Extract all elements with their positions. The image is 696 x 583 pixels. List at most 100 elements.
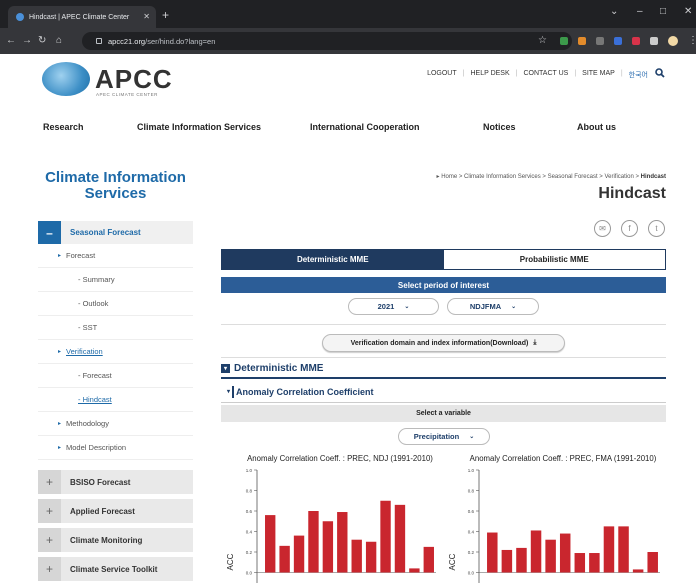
caret-right-icon: ▸ — [58, 349, 62, 355]
favicon-icon — [16, 13, 24, 21]
nav-international-cooperation[interactable]: International Cooperation — [310, 122, 420, 132]
nav-climate-information-services[interactable]: Climate Information Services — [137, 122, 261, 132]
chart-bar — [365, 541, 377, 573]
expand-icon[interactable]: + — [38, 528, 61, 552]
sidebar-section-label: Applied Forecast — [70, 506, 135, 516]
reload-icon[interactable]: ↻ — [38, 35, 46, 46]
logout-link[interactable]: LOGOUT — [427, 70, 457, 80]
back-icon[interactable]: ← — [6, 35, 16, 46]
sidebar-item-verification-forecast[interactable]: - Forecast — [38, 364, 193, 388]
sidebar-item-verification[interactable]: ▸ Verification — [38, 340, 193, 364]
sidebar-item-sst[interactable]: - SST — [38, 316, 193, 340]
tab-deterministic-mme[interactable]: Deterministic MME — [222, 250, 444, 269]
extension-icon[interactable] — [560, 37, 568, 45]
sidebar-item-outlook[interactable]: - Outlook — [38, 292, 193, 316]
nav-research[interactable]: Research — [43, 122, 84, 132]
minimize-icon[interactable]: – — [637, 6, 643, 17]
utility-links: LOGOUT | HELP DESK | CONTACT US | SITE MAP |… — [427, 70, 648, 80]
sidebar-section-applied-forecast[interactable]: + Applied Forecast — [38, 499, 193, 523]
download-button[interactable]: Verification domain and index informatio… — [322, 334, 565, 352]
y-tick-label: 0.2 — [246, 550, 253, 555]
extension-icon[interactable] — [596, 37, 604, 45]
sidebar-section-label: Climate Monitoring — [70, 535, 143, 545]
browser-tab-title: Hindcast | APEC Climate Center — [29, 13, 130, 21]
breadcrumb-path[interactable]: Home > Climate Information Services > Se… — [441, 174, 639, 180]
year-select-value: 2021 — [377, 302, 395, 311]
expand-icon[interactable]: + — [38, 557, 61, 581]
address-bar[interactable]: apcc21.org /ser/hind.do?lang=en — [82, 32, 572, 50]
forward-icon[interactable]: → — [22, 35, 32, 46]
puzzle-icon[interactable] — [650, 37, 658, 45]
browser-tab[interactable]: Hindcast | APEC Climate Center ✕ — [8, 6, 156, 28]
sidebar-item-methodology[interactable]: ▸ Methodology — [38, 412, 193, 436]
sidebar-item-model-description[interactable]: ▸ Model Description — [38, 436, 193, 460]
year-select[interactable]: 2021 ⌄ — [348, 298, 439, 315]
profile-avatar[interactable] — [668, 36, 678, 46]
sidebar-item-hindcast[interactable]: - Hindcast — [38, 388, 193, 412]
variable-header: Select a variable — [221, 405, 666, 422]
menu-icon[interactable]: ⋮ — [688, 35, 696, 46]
sidebar-item-forecast[interactable]: ▸ Forecast — [38, 244, 193, 268]
site-map-link[interactable]: SITE MAP — [582, 70, 615, 80]
chevron-down-icon[interactable]: ⌄ — [610, 6, 618, 17]
sidebar-section-climate-monitoring[interactable]: + Climate Monitoring — [38, 528, 193, 552]
help-desk-link[interactable]: HELP DESK — [470, 70, 509, 80]
sidebar-section-label: Seasonal Forecast — [70, 228, 141, 237]
browser-tabbar: Hindcast | APEC Climate Center ✕ + ⌄ – □… — [0, 0, 696, 28]
divider: | — [462, 70, 465, 77]
chart-bar — [603, 526, 615, 573]
extension-icon[interactable] — [632, 37, 640, 45]
chart-bar — [322, 521, 334, 573]
variable-select[interactable]: Precipitation ⌄ — [398, 428, 490, 445]
collapse-icon[interactable]: – — [38, 221, 61, 244]
expand-icon[interactable]: + — [38, 499, 61, 523]
sidebar-section-bsiso-forecast[interactable]: + BSISO Forecast — [38, 470, 193, 494]
contact-us-link[interactable]: CONTACT US — [523, 70, 568, 80]
sidebar-section-climate-service-toolkit[interactable]: + Climate Service Toolkit — [38, 557, 193, 581]
chart-bar — [293, 535, 305, 573]
divider — [221, 357, 666, 358]
site-logo[interactable]: APCC — [95, 64, 173, 95]
chart-bar — [394, 504, 406, 573]
sidebar-section-label: BSISO Forecast — [70, 477, 131, 487]
collapse-square-icon[interactable]: ▾ — [221, 364, 230, 373]
url-host: apcc21.org — [108, 36, 146, 46]
url-path: /ser/hind.do?lang=en — [145, 36, 216, 46]
breadcrumb-current: Hindcast — [640, 174, 666, 180]
chart-title: Anomaly Correlation Coeff. : PREC, FMA (… — [470, 454, 657, 463]
korean-link[interactable]: 한국어 — [629, 70, 648, 80]
nav-about-us[interactable]: About us — [577, 122, 616, 132]
y-tick-label: 0.0 — [468, 571, 475, 576]
nav-notices[interactable]: Notices — [483, 122, 516, 132]
expand-icon[interactable]: + — [38, 470, 61, 494]
home-icon[interactable]: ⌂ — [56, 35, 62, 46]
new-tab-icon[interactable]: + — [162, 8, 169, 22]
season-select[interactable]: NDJFMA ⌄ — [447, 298, 539, 315]
extension-icon[interactable] — [614, 37, 622, 45]
twitter-share-icon[interactable]: t — [648, 220, 665, 237]
section-title: Deterministic MME — [234, 363, 324, 374]
y-tick-label: 0.4 — [246, 530, 253, 535]
download-icon: ⤓ — [533, 339, 537, 346]
sidebar-item-summary[interactable]: - Summary — [38, 268, 193, 292]
bookmark-star-icon[interactable]: ☆ — [538, 35, 547, 46]
logo-globe-icon[interactable] — [42, 62, 90, 96]
facebook-share-icon[interactable]: f — [621, 220, 638, 237]
caret-right-icon: ▸ — [58, 421, 62, 427]
accordion-label: Anomaly Correlation Coefficient — [236, 386, 374, 397]
y-tick-label: 0.0 — [246, 571, 253, 576]
tab-probabilistic-mme[interactable]: Probabilistic MME — [443, 250, 665, 269]
section-heading: ▾ Deterministic MME — [221, 363, 323, 374]
search-icon[interactable] — [655, 68, 665, 78]
email-share-icon[interactable]: ✉ — [594, 220, 611, 237]
chart-bar — [530, 530, 542, 573]
close-tab-icon[interactable]: ✕ — [143, 12, 150, 21]
acc-chart-fma: Anomaly Correlation Coeff. : PREC, FMA (… — [448, 454, 660, 583]
accordion-acc[interactable]: ▾ Anomaly Correlation Coefficient — [221, 381, 666, 403]
extension-icon[interactable] — [578, 37, 586, 45]
chart-bar — [632, 569, 644, 573]
sidebar-section-seasonal-forecast[interactable]: – Seasonal Forecast — [38, 221, 193, 244]
close-window-icon[interactable]: ✕ — [684, 6, 692, 17]
maximize-icon[interactable]: □ — [660, 6, 666, 17]
variable-select-value: Precipitation — [413, 432, 460, 441]
